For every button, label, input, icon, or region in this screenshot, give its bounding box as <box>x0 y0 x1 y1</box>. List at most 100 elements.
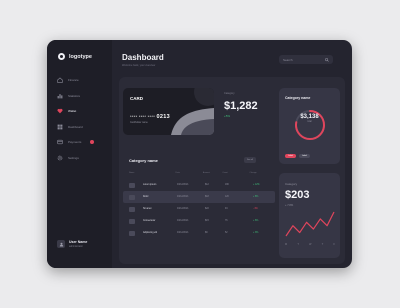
row-count: 52 <box>225 232 228 234</box>
row-change: + 6% <box>253 220 259 222</box>
avatar <box>57 240 65 248</box>
table-header: Name Date Amount Count Change <box>129 172 269 174</box>
table-body: Lorem ipsum 04/12/2021 $12 180 + 12% Dol… <box>123 179 275 239</box>
category-pills: Label Label <box>285 154 310 158</box>
row-icon <box>129 194 135 200</box>
category-sub: total <box>307 121 312 123</box>
home-icon <box>57 77 63 83</box>
table-row[interactable]: Dolor 04/12/2021 $18 120 + 8% <box>123 191 275 203</box>
row-icon <box>129 230 135 236</box>
sidebar-item-label: Statistics <box>68 93 81 98</box>
row-count: 120 <box>225 196 229 198</box>
page-subtitle: Welcome back, your overview <box>122 64 156 67</box>
table-row[interactable]: Lorem ipsum 04/12/2021 $12 180 + 12% <box>123 179 275 191</box>
category-amount: $3,138 <box>300 114 319 120</box>
day-label: M <box>285 243 287 246</box>
row-date: 04/12/2021 <box>177 232 189 234</box>
row-date: 04/12/2021 <box>177 196 189 198</box>
app-window: logotype Finance Statistics Wallet Dashb… <box>47 40 352 268</box>
stat-card[interactable]: Category $203 + 7.8% M T W T F <box>279 173 340 258</box>
trend-chart <box>285 211 335 237</box>
grid-icon <box>57 124 63 129</box>
row-name: Consectetur <box>143 220 156 222</box>
sidebar-item-settings[interactable]: Settings <box>57 153 107 163</box>
column-header: Change <box>249 172 257 174</box>
chart-icon <box>57 93 63 98</box>
row-change: + 8% <box>253 196 259 198</box>
row-name: Sit amet <box>143 208 152 210</box>
card-last4: 0213 <box>156 114 170 120</box>
stat-label: Category <box>285 182 298 186</box>
row-change: + 12% <box>253 184 260 186</box>
column-header: Amount <box>202 172 210 174</box>
sidebar-item-payments[interactable]: Payments <box>57 137 107 147</box>
table-row[interactable]: Consectetur 04/12/2021 $15 76 + 6% <box>123 215 275 227</box>
row-change: + 3% <box>253 232 259 234</box>
sidebar-item-label: Settings <box>68 155 79 160</box>
user-name: User Name <box>69 240 88 244</box>
row-date: 04/12/2021 <box>177 220 189 222</box>
row-amount: $22 <box>205 208 209 210</box>
user-icon <box>59 242 63 246</box>
category-title: Category name <box>285 96 311 100</box>
sidebar-item-label: Payments <box>68 140 82 144</box>
category-card[interactable]: Category name $3,138 total Label Label <box>279 88 340 164</box>
main-content: Dashboard Welcome back, your overview Se… <box>112 40 352 268</box>
table-row[interactable]: Sit amet 04/12/2021 $22 94 - 4% <box>123 203 275 215</box>
day-label: T <box>297 243 299 246</box>
sidebar-item-statistics[interactable]: Statistics <box>57 91 107 101</box>
category-pill[interactable]: Label <box>298 154 310 158</box>
row-name: Adipiscing elit <box>143 232 158 234</box>
search-placeholder: Search <box>283 57 293 62</box>
user-role: administrator <box>69 245 83 248</box>
balance-label: Category <box>224 92 235 95</box>
balance-change: +5% <box>224 114 231 118</box>
column-header: Count <box>222 172 228 174</box>
sidebar-nav: Finance Statistics Wallet Dashboard Paym… <box>57 75 107 168</box>
day-label: T <box>321 243 324 246</box>
column-header: Date <box>175 172 180 174</box>
row-date: 04/12/2021 <box>177 208 189 210</box>
stat-days: M T W T F <box>285 243 335 246</box>
row-date: 04/12/2021 <box>177 184 189 186</box>
category-pill[interactable]: Label <box>285 154 296 158</box>
day-label: F <box>333 243 335 246</box>
balance-value: $1,282 <box>224 100 258 112</box>
day-label: W <box>309 243 312 246</box>
card-icon <box>57 139 63 145</box>
logo[interactable]: logotype <box>58 53 92 60</box>
sidebar-item-dashboard[interactable]: Dashboard <box>57 122 107 132</box>
sidebar-item-label: Wallet <box>68 109 77 113</box>
row-count: 76 <box>225 220 228 222</box>
table-row[interactable]: Adipiscing elit 04/12/2021 $9 52 + 3% <box>123 227 275 239</box>
search-icon <box>325 57 329 62</box>
row-count: 94 <box>225 208 228 210</box>
row-icon <box>129 218 135 224</box>
user-profile[interactable]: User Name administrator <box>57 240 87 248</box>
row-count: 180 <box>225 184 229 186</box>
stat-value: $203 <box>285 189 310 201</box>
row-amount: $9 <box>205 232 208 234</box>
search-input[interactable]: Search <box>279 55 333 64</box>
sidebar-item-label: Dashboard <box>68 124 83 129</box>
table-title: Category name <box>129 158 158 163</box>
progress-ring <box>295 110 325 140</box>
row-amount: $15 <box>205 220 209 222</box>
gear-icon <box>57 155 63 160</box>
see-all-button[interactable]: See all <box>244 157 256 163</box>
heart-icon <box>57 108 63 114</box>
row-name: Lorem ipsum <box>143 184 157 186</box>
column-header: Name <box>129 172 135 174</box>
sidebar-item-wallet[interactable]: Wallet <box>57 106 107 116</box>
row-icon <box>129 206 135 212</box>
sidebar-item-finance[interactable]: Finance <box>57 75 107 85</box>
card-number: **** **** **** 0213 <box>130 114 170 120</box>
content-panel: CARD **** **** **** 0213 Cardholder name… <box>119 77 345 264</box>
row-icon <box>129 182 135 188</box>
row-change: - 4% <box>253 208 258 210</box>
credit-card[interactable]: CARD **** **** **** 0213 Cardholder name <box>123 88 214 135</box>
sidebar-item-label: Finance <box>68 78 79 82</box>
card-label: CARD <box>130 96 143 101</box>
page-title: Dashboard <box>122 53 164 62</box>
row-name: Dolor <box>143 196 149 198</box>
